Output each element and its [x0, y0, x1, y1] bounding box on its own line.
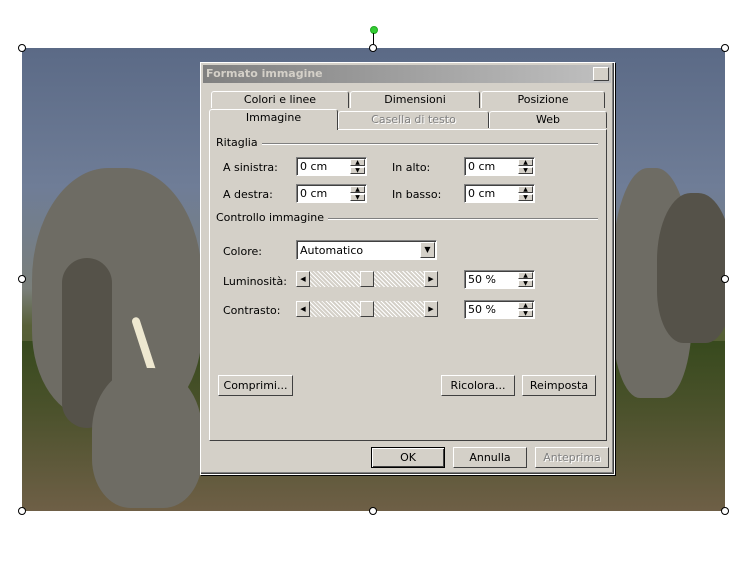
image-control-group-label: Controllo immagine [216, 211, 329, 224]
dialog-titlebar[interactable]: Formato immagine [203, 65, 611, 83]
crop-group-label: Ritaglia [216, 136, 262, 149]
chevron-down-icon[interactable]: ▼ [420, 242, 435, 258]
resize-handle-bottom-right[interactable] [721, 507, 729, 515]
resize-handle-right[interactable] [721, 275, 729, 283]
recolor-button[interactable]: Ricolora... [441, 375, 515, 396]
crop-left-label: A sinistra: [223, 161, 278, 174]
resize-handle-bottom-left[interactable] [18, 507, 26, 515]
dialog-title: Formato immagine [206, 67, 323, 80]
spin-down-icon[interactable]: ▼ [518, 280, 533, 287]
elephant-right-back [657, 193, 725, 343]
spin-down-icon[interactable]: ▼ [518, 167, 533, 174]
crop-bottom-spinner[interactable]: 0 cm ▲ ▼ [464, 184, 535, 203]
crop-left-value: 0 cm [300, 160, 328, 173]
spin-down-icon[interactable]: ▼ [350, 194, 365, 201]
rotate-handle[interactable] [370, 26, 378, 34]
spin-up-icon[interactable]: ▲ [350, 186, 365, 193]
scroll-right-icon[interactable]: ▶ [424, 301, 438, 317]
brightness-slider-thumb[interactable] [360, 271, 374, 287]
spin-down-icon[interactable]: ▼ [518, 194, 533, 201]
cancel-button[interactable]: Annulla [453, 447, 527, 468]
resize-handle-left[interactable] [18, 275, 26, 283]
crop-top-label: In alto: [392, 161, 431, 174]
contrast-spinner[interactable]: 50 % ▲ ▼ [464, 300, 535, 319]
image-control-group-line [310, 218, 598, 220]
spin-up-icon[interactable]: ▲ [518, 186, 533, 193]
ok-button[interactable]: OK [371, 447, 445, 468]
reset-button[interactable]: Reimposta [522, 375, 596, 396]
crop-top-value: 0 cm [468, 160, 496, 173]
contrast-label: Contrasto: [223, 304, 281, 317]
resize-handle-bottom[interactable] [369, 507, 377, 515]
contrast-value: 50 % [468, 303, 496, 316]
resize-handle-top-left[interactable] [18, 44, 26, 52]
spin-up-icon[interactable]: ▲ [350, 159, 365, 166]
crop-top-spinner[interactable]: 0 cm ▲ ▼ [464, 157, 535, 176]
compress-button[interactable]: Comprimi... [218, 375, 293, 396]
tab-text-box[interactable]: Casella di testo [338, 111, 489, 128]
close-button[interactable] [593, 67, 609, 81]
crop-right-value: 0 cm [300, 187, 328, 200]
spin-up-icon[interactable]: ▲ [518, 302, 533, 309]
crop-bottom-label: In basso: [392, 188, 442, 201]
resize-handle-top-right[interactable] [721, 44, 729, 52]
brightness-value: 50 % [468, 273, 496, 286]
resize-handle-top[interactable] [369, 44, 377, 52]
tab-picture[interactable]: Immagine [209, 109, 338, 130]
tab-panel-picture: Ritaglia A sinistra: 0 cm ▲ ▼ In alto: 0 … [209, 129, 607, 441]
contrast-slider-thumb[interactable] [360, 301, 374, 317]
tab-web[interactable]: Web [489, 111, 607, 128]
crop-left-spinner[interactable]: 0 cm ▲ ▼ [296, 157, 367, 176]
elephant-left-legs [92, 368, 202, 508]
tab-size[interactable]: Dimensioni [350, 91, 480, 108]
spin-up-icon[interactable]: ▲ [518, 272, 533, 279]
preview-button[interactable]: Anteprima [535, 447, 609, 468]
crop-group-line [260, 143, 598, 145]
scroll-left-icon[interactable]: ◀ [296, 271, 310, 287]
crop-bottom-value: 0 cm [468, 187, 496, 200]
spin-down-icon[interactable]: ▼ [518, 310, 533, 317]
contrast-slider[interactable]: ◀ ▶ [296, 301, 438, 317]
scroll-right-icon[interactable]: ▶ [424, 271, 438, 287]
crop-right-label: A destra: [223, 188, 273, 201]
color-value: Automatico [300, 244, 364, 257]
tab-colors-and-lines[interactable]: Colori e linee [211, 91, 349, 108]
spin-up-icon[interactable]: ▲ [518, 159, 533, 166]
color-select[interactable]: Automatico ▼ [296, 240, 437, 260]
brightness-label: Luminosità: [223, 275, 287, 288]
crop-right-spinner[interactable]: 0 cm ▲ ▼ [296, 184, 367, 203]
brightness-spinner[interactable]: 50 % ▲ ▼ [464, 270, 535, 289]
format-picture-dialog: Formato immagine Colori e linee Dimensio… [200, 62, 615, 475]
brightness-slider[interactable]: ◀ ▶ [296, 271, 438, 287]
scroll-left-icon[interactable]: ◀ [296, 301, 310, 317]
spin-down-icon[interactable]: ▼ [350, 167, 365, 174]
tab-position[interactable]: Posizione [481, 91, 605, 108]
color-label: Colore: [223, 245, 262, 258]
